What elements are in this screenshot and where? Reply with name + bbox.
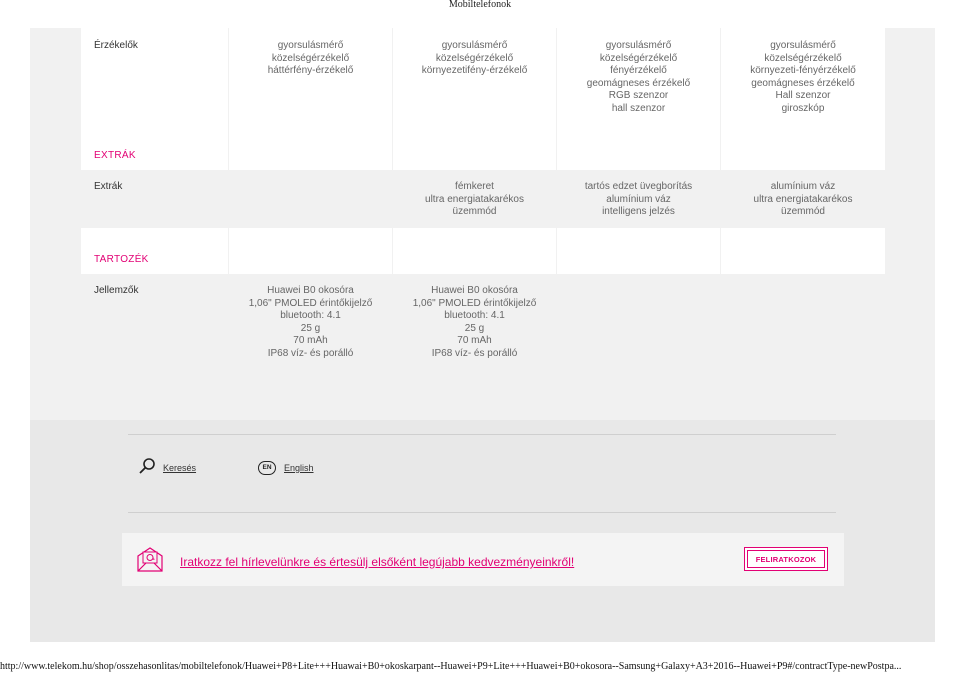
accessory-col-2: Huawei B0 okosóra 1,06" PMOLED érintőkije… — [393, 274, 556, 370]
sensors-col-1-line: közelségérzékelő — [271, 52, 350, 64]
sensors-col-1-line: háttérfény-érzékelő — [267, 65, 354, 76]
extras-col-4-line: üzemmód — [781, 206, 825, 217]
extras-label: Extrák — [94, 181, 123, 192]
sensors-col-3-line: hall szenzor — [611, 102, 666, 114]
sensors-col-1: gyorsulásmérő közelségérzékelő háttérfény-… — [229, 28, 392, 124]
sensors-col-3-line: gyorsulásmérő — [605, 40, 672, 51]
extras-section-title: EXTRÁK — [94, 150, 136, 161]
accessory-col-1-line: Huawei B0 okosóra — [267, 285, 354, 296]
extras-col-4-line: ultra energiatakarékos — [753, 193, 853, 205]
accessory-col-1-line: 25 g — [300, 322, 321, 334]
extras-col-3-line: intelligens jelzés — [602, 206, 675, 217]
footer-divider-bottom — [128, 512, 836, 513]
page-header: Mobiltelefonok — [448, 0, 512, 10]
extras-col-2-line: ultra energiatakarékos — [425, 193, 524, 205]
accessory-col-2-line: 70 mAh — [457, 335, 492, 346]
extras-col-3-line: tartós edzet üvegborítás — [584, 181, 693, 192]
extras-col-3: tartós edzet üvegborítás alumínium váz int… — [557, 170, 720, 228]
accessory-label: Jellemzők — [94, 285, 139, 296]
sensors-col-3-line: fényérzékelő — [610, 65, 667, 76]
search-link[interactable]: Keresés — [163, 463, 196, 473]
accessory-section-title: TARTOZÉK — [94, 254, 149, 265]
accessory-col-2-line: 25 g — [464, 322, 485, 334]
subscribe-button[interactable]: FELIRATKOZOK — [744, 547, 828, 571]
sensors-col-4-line: Hall szenzor — [775, 90, 831, 101]
newsletter-box: Iratkozz fel hírlevelünkre és értesülj e… — [122, 533, 844, 586]
accessory-col-2-line: bluetooth: 4.1 — [444, 310, 505, 321]
extras-col-4-line: alumínium váz — [770, 181, 836, 192]
sensors-col-3: gyorsulásmérő közelségérzékelő fényérzékel… — [557, 28, 720, 124]
extras-col-2-line: üzemmód — [452, 206, 497, 217]
newsletter-link[interactable]: Iratkozz fel hírlevelünkre és értesülj e… — [180, 555, 574, 569]
sensors-label: Érzékelők — [94, 40, 138, 51]
sensors-col-2-line: közelségérzékelő — [435, 52, 514, 64]
accessory-col-1-line: 70 mAh — [293, 335, 328, 346]
extras-header-stripe — [81, 124, 885, 170]
extras-col-2: fémkeret ultra energiatakarékos üzemmód — [393, 170, 556, 228]
sensors-col-3-line: közelségérzékelő — [599, 52, 678, 64]
accessory-col-1-line: bluetooth: 4.1 — [280, 310, 341, 321]
sensors-col-2: gyorsulásmérő közelségérzékelő környezetif… — [393, 28, 556, 124]
footer-divider-top — [128, 434, 836, 435]
extras-col-4: alumínium váz ultra energiatakarékos üzemm… — [721, 170, 885, 228]
sensors-col-2-line: környezetifény-érzékelő — [421, 65, 528, 76]
language-badge[interactable]: EN — [258, 461, 276, 475]
accessory-col-2-line: Huawei B0 okosóra — [431, 285, 518, 296]
sensors-col-3-line: geomágneses érzékelő — [586, 77, 691, 89]
newsletter-envelope-icon — [137, 547, 163, 572]
page-url: http://www.telekom.hu/shop/osszehasonlit… — [0, 661, 902, 672]
english-link[interactable]: English — [284, 463, 314, 473]
sensors-col-4-line: közelségérzékelő — [764, 52, 842, 64]
accessory-col-1: Huawei B0 okosóra 1,06" PMOLED érintőkije… — [229, 274, 392, 370]
accessory-col-2-line: IP68 víz- és porálló — [431, 347, 518, 359]
sensors-col-4-line: giroszkóp — [781, 102, 825, 114]
accessory-col-1-line: 1,06" PMOLED érintőkijelző — [248, 297, 373, 309]
sensors-col-4-line: geomágneses érzékelő — [751, 77, 855, 89]
sensors-col-4-line: környezeti-fényérzékelő — [750, 65, 856, 76]
accessory-col-1-line: IP68 víz- és porálló — [267, 347, 354, 359]
extras-col-2-line: fémkeret — [455, 181, 494, 192]
sensors-col-3-line: RGB szenzor — [608, 90, 669, 101]
sensors-col-1-line: gyorsulásmérő — [277, 40, 344, 51]
search-icon[interactable] — [138, 457, 156, 475]
accessory-col-2-line: 1,06" PMOLED érintőkijelző — [412, 297, 537, 309]
accessory-header-stripe — [81, 228, 885, 274]
extras-col-3-line: alumínium váz — [606, 193, 671, 205]
footer — [30, 420, 935, 642]
sensors-col-2-line: gyorsulásmérő — [441, 40, 508, 51]
sensors-col-4: gyorsulásmérő közelségérzékelő környezeti-… — [721, 28, 885, 124]
sensors-col-4-line: gyorsulásmérő — [770, 40, 836, 51]
